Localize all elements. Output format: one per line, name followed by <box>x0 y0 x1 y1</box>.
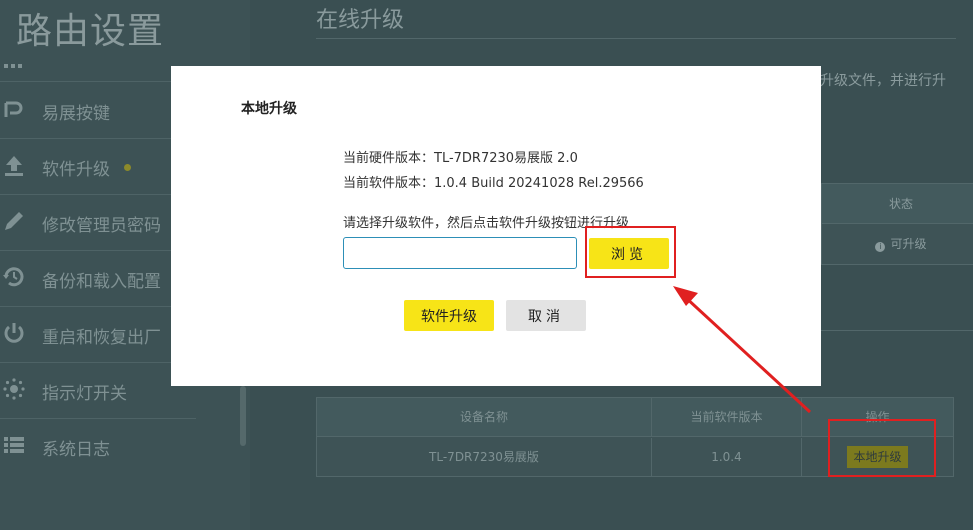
sidebar-item-reboot[interactable]: 重启和恢复出厂 <box>0 307 196 363</box>
upgrade-icon <box>5 156 23 176</box>
file-path-input[interactable] <box>343 237 577 269</box>
software-upgrade-button[interactable]: 软件升级 <box>404 300 494 331</box>
annotation-box-local-upgrade <box>828 419 936 477</box>
info-icon: i <box>875 242 886 252</box>
status-table: 状态 i 可升级 <box>821 183 973 265</box>
dialog-title: 本地升级 <box>241 101 297 117</box>
device-name-cell: TL-7DR7230易展版 <box>317 438 652 477</box>
status-header: 状态 <box>822 184 973 224</box>
sidebar-scrollbar[interactable] <box>240 386 246 446</box>
status-cell: i 可升级 <box>822 224 973 264</box>
sidebar-item-label: 备份和载入配置 <box>42 272 161 292</box>
header-device-name: 设备名称 <box>317 398 652 437</box>
sidebar-item-software-upgrade[interactable]: 软件升级 <box>0 139 196 195</box>
led-icon <box>3 378 25 400</box>
title-divider <box>316 38 956 39</box>
page-title: 在线升级 <box>316 8 405 33</box>
sidebar-item-label: 易展按键 <box>42 104 110 124</box>
software-version: 当前软件版本：1.0.4 Build 20241028 Rel.29566 <box>343 176 644 191</box>
sidebar-item-label: 重启和恢复出厂 <box>42 328 161 348</box>
sidebar-item-backup[interactable]: 备份和载入配置 <box>0 251 196 307</box>
backup-restore-icon <box>3 267 24 287</box>
upgrade-description: 升级文件，并进行升 <box>820 73 946 89</box>
sidebar-item-syslog[interactable]: 系统日志 <box>0 419 196 475</box>
hardware-version: 当前硬件版本：TL-7DR7230易展版 2.0 <box>343 151 578 166</box>
status-value: 可升级 <box>890 237 927 251</box>
annotation-box-browse <box>585 226 676 278</box>
grid-icon <box>4 64 22 68</box>
sidebar-item-label: 修改管理员密码 <box>42 216 161 236</box>
power-icon <box>4 323 24 343</box>
sidebar-item-admin-password[interactable]: 修改管理员密码 <box>0 195 196 251</box>
sidebar-item-label: 系统日志 <box>42 440 110 460</box>
cancel-button[interactable]: 取消 <box>506 300 586 331</box>
sidebar-item-top[interactable] <box>0 30 196 82</box>
sidebar-item-label: 软件升级 <box>42 160 110 180</box>
sidebar-item-label: 指示灯开关 <box>42 384 127 404</box>
wps-key-icon <box>4 101 23 117</box>
header-current-version: 当前软件版本 <box>652 398 802 437</box>
sidebar-item-led[interactable]: 指示灯开关 <box>0 363 196 419</box>
list-icon <box>4 437 24 453</box>
local-upgrade-dialog: 本地升级 当前硬件版本：TL-7DR7230易展版 2.0 当前软件版本：1.0… <box>171 66 821 386</box>
pencil-icon <box>5 212 23 230</box>
version-cell: 1.0.4 <box>652 438 802 477</box>
sidebar-item-wps-key[interactable]: 易展按键 <box>0 83 196 139</box>
update-dot <box>124 164 131 171</box>
